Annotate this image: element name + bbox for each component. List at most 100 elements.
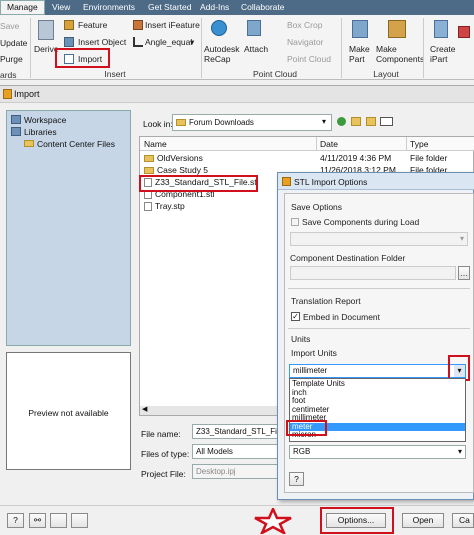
folder-icon xyxy=(176,119,186,126)
translation-report-heading: Translation Report xyxy=(291,296,361,306)
column-name[interactable]: Name xyxy=(144,139,167,149)
checkmark-icon: ✓ xyxy=(292,312,299,321)
angle-icon xyxy=(133,37,143,47)
component-dest-input[interactable] xyxy=(290,266,456,280)
tab-manage[interactable]: Manage xyxy=(0,0,45,15)
tree-item-workspace[interactable]: Workspace xyxy=(24,115,66,125)
tab-environments[interactable]: Environments xyxy=(83,1,135,14)
tree-item-libraries[interactable]: Libraries xyxy=(24,127,57,137)
import-units-dropdown[interactable]: millimeter xyxy=(289,364,466,378)
look-in-dropdown[interactable]: Forum Downloads xyxy=(172,114,332,131)
file-name-input[interactable]: Z33_Standard_STL_File xyxy=(192,424,280,439)
look-in-label: Look in: xyxy=(143,119,173,129)
folder-icon xyxy=(144,167,154,174)
panel-layout-label: Layout xyxy=(373,69,399,79)
navigator-button[interactable]: Navigator xyxy=(287,37,323,47)
browse-button[interactable]: … xyxy=(458,266,470,280)
create-ipart-button[interactable]: Create iPart xyxy=(430,44,456,64)
column-divider xyxy=(406,137,407,151)
props-button[interactable] xyxy=(71,513,88,528)
stl-file-highlight xyxy=(139,175,258,192)
panel-point-cloud-label: Point Cloud xyxy=(253,69,297,79)
project-file-field: Desktop.ipj xyxy=(192,464,280,479)
back-icon[interactable] xyxy=(337,117,346,126)
file-name-value: Z33_Standard_STL_File xyxy=(196,427,280,436)
file-name: Case Study 5 xyxy=(157,165,209,175)
tree-item-content-center[interactable]: Content Center Files xyxy=(37,139,115,149)
ifeature-icon xyxy=(133,20,143,30)
file-date: 4/11/2019 4:36 PM xyxy=(320,153,392,163)
view-menu-icon[interactable] xyxy=(380,117,393,126)
tab-add-ins[interactable]: Add-Ins xyxy=(200,1,229,14)
file-type: File folder xyxy=(410,153,448,163)
divider xyxy=(30,18,31,78)
panel-label-cut: ards xyxy=(0,70,17,80)
angle-equal-dropdown[interactable]: Angle_equal xyxy=(145,37,192,47)
tab-get-started[interactable]: Get Started xyxy=(148,1,191,14)
bottom-divider xyxy=(0,505,474,506)
horizontal-scrollbar[interactable] xyxy=(140,406,280,415)
insert-object-button[interactable]: Insert Object xyxy=(78,37,126,47)
feature-button[interactable]: Feature xyxy=(78,20,107,30)
list-item[interactable]: OldVersions 4/11/2019 4:36 PM File folder xyxy=(144,153,474,164)
stl-help-button[interactable]: ? xyxy=(289,472,304,486)
point-cloud-button[interactable]: Point Cloud xyxy=(287,54,331,64)
unit-option[interactable]: Template Units xyxy=(290,379,465,389)
chevron-down-icon: ▾ xyxy=(322,117,327,126)
purge-button[interactable]: Purge xyxy=(0,54,23,64)
make-part-button[interactable]: Make Part xyxy=(349,44,370,64)
divider xyxy=(341,18,342,78)
panel-insert-label: Insert xyxy=(104,69,126,79)
cancel-button[interactable]: Ca xyxy=(452,513,474,528)
section-divider xyxy=(288,328,470,329)
workspace-icon xyxy=(11,115,21,124)
files-of-type-dropdown[interactable]: All Models xyxy=(192,444,280,459)
create-ipart-icon xyxy=(434,20,448,38)
tab-collaborate[interactable]: Collaborate xyxy=(241,1,284,14)
options-highlight xyxy=(320,507,394,534)
save-button[interactable]: Save xyxy=(0,21,19,31)
recap-icon xyxy=(211,20,227,36)
save-destination-dropdown[interactable] xyxy=(290,232,468,246)
scroll-left-icon[interactable]: ◀ xyxy=(142,405,147,413)
project-file-label: Project File: xyxy=(141,469,186,479)
open-label: Open xyxy=(412,515,434,525)
color-dropdown[interactable]: RGB xyxy=(289,445,466,459)
make-part-icon xyxy=(352,20,368,38)
tab-view[interactable]: View xyxy=(52,1,70,14)
import-units-label: Import Units xyxy=(291,348,337,358)
divider xyxy=(201,18,202,78)
stl-dialog-title: STL Import Options xyxy=(294,177,368,187)
unit-option[interactable]: inch xyxy=(290,388,465,398)
cancel-label: Ca xyxy=(459,515,470,525)
autodesk-recap-button[interactable]: Autodesk ReCap xyxy=(204,44,239,64)
insert-ifeature-button[interactable]: Insert iFeature xyxy=(145,20,200,30)
save-options-heading: Save Options xyxy=(291,202,343,212)
find-button[interactable]: ⚯ xyxy=(29,513,46,528)
up-folder-icon[interactable] xyxy=(351,117,361,126)
new-folder-icon[interactable] xyxy=(366,117,376,126)
help-icon: ? xyxy=(294,474,299,484)
make-components-button[interactable]: Make Components xyxy=(376,44,424,64)
binoculars-icon: ⚯ xyxy=(33,515,42,525)
import-highlight xyxy=(55,48,110,68)
help-button[interactable]: ? xyxy=(7,513,24,528)
column-date[interactable]: Date xyxy=(320,139,338,149)
save-components-checkbox[interactable] xyxy=(291,218,299,226)
help-icon: ? xyxy=(13,515,18,525)
update-button[interactable]: Update xyxy=(0,38,27,48)
attach-button[interactable]: Attach xyxy=(244,44,268,54)
embed-label: Embed in Document xyxy=(303,312,381,322)
project-file-value: Desktop.ipj xyxy=(196,467,236,476)
look-in-value: Forum Downloads xyxy=(189,118,254,127)
column-type[interactable]: Type xyxy=(410,139,428,149)
open-button[interactable]: Open xyxy=(402,513,444,528)
file-name: OldVersions xyxy=(157,153,203,163)
libraries-icon xyxy=(11,127,21,136)
import-dialog-title: Import xyxy=(14,89,40,99)
files-of-type-value: All Models xyxy=(196,447,233,456)
edit-button[interactable] xyxy=(50,513,67,528)
box-crop-button[interactable]: Box Crop xyxy=(287,20,322,30)
units-heading: Units xyxy=(291,334,311,344)
embed-checkbox[interactable]: ✓ xyxy=(291,312,300,321)
